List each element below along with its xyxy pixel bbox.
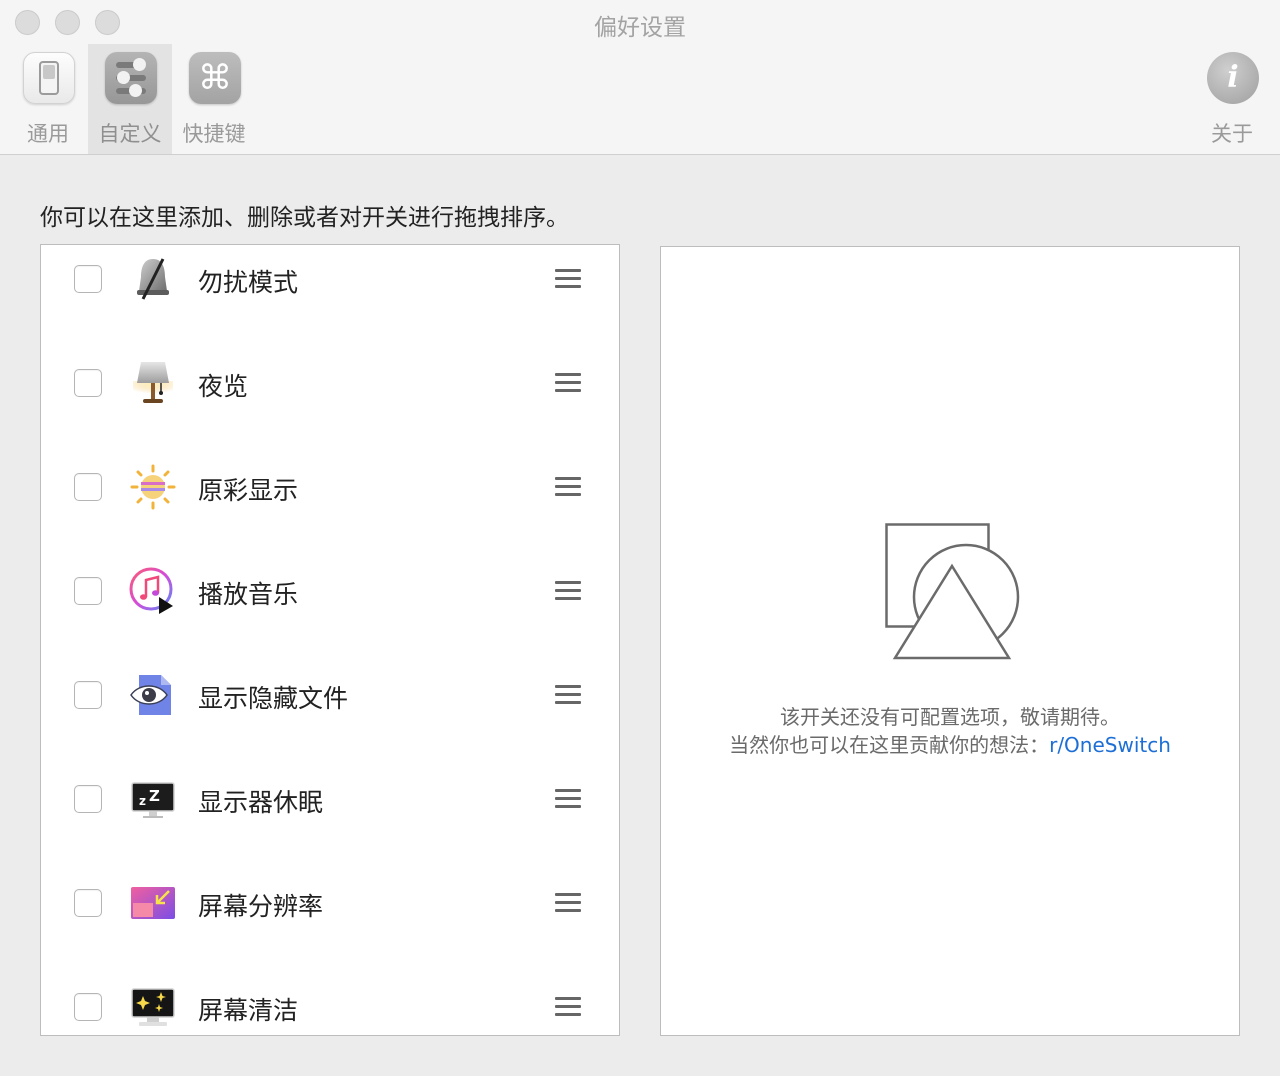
night-shift-lamp-icon <box>133 362 173 403</box>
svg-text:Z: Z <box>149 787 160 805</box>
tab-shortcuts[interactable]: ⌘ 快捷键 <box>172 44 256 154</box>
contribute-prefix: 当然你也可以在这里贡献你的想法： <box>729 733 1050 757</box>
svg-text:z: z <box>139 794 146 808</box>
tab-general-label: 通用 <box>27 122 69 146</box>
tab-about[interactable]: i 关于 <box>1190 44 1274 154</box>
screen-cleaning-icon <box>131 988 175 1026</box>
preferences-window: 偏好设置 通用 自定义 ⌘ 快捷键 i 关于 你可以在这里添加、删除或者对开关进… <box>0 0 1280 1076</box>
enable-checkbox[interactable] <box>74 993 102 1021</box>
drag-handle-icon[interactable] <box>555 997 581 1017</box>
drag-handle-icon[interactable] <box>555 269 581 289</box>
enable-checkbox[interactable] <box>74 265 102 293</box>
list-item[interactable]: 显示隐藏文件 <box>41 661 619 765</box>
list-item[interactable]: 原彩显示 <box>41 453 619 557</box>
music-play-icon <box>129 567 173 614</box>
no-options-message: 该开关还没有可配置选项，敬请期待。 <box>780 705 1120 729</box>
do-not-disturb-bell-icon <box>137 258 169 300</box>
oneswitch-link[interactable]: r/OneSwitch <box>1049 733 1171 757</box>
switch-detail-panel: 该开关还没有可配置选项，敬请期待。 当然你也可以在这里贡献你的想法：r/OneS… <box>660 246 1240 1036</box>
tab-custom-label: 自定义 <box>98 122 162 146</box>
tab-shortcuts-label: 快捷键 <box>182 122 246 146</box>
info-icon: i <box>1207 52 1259 104</box>
true-tone-sun-icon <box>130 464 176 510</box>
switch-label: 播放音乐 <box>198 580 299 609</box>
switch-label: 屏幕分辨率 <box>198 892 324 921</box>
switch-label: 夜览 <box>198 372 249 401</box>
screen-resolution-icon <box>131 887 175 919</box>
enable-checkbox[interactable] <box>74 369 102 397</box>
switch-label: 屏幕清洁 <box>198 996 299 1025</box>
enable-checkbox[interactable] <box>74 889 102 917</box>
drag-handle-icon[interactable] <box>555 477 581 497</box>
drag-handle-icon[interactable] <box>555 789 581 809</box>
titlebar: 偏好设置 通用 自定义 ⌘ 快捷键 i 关于 <box>0 0 1280 155</box>
enable-checkbox[interactable] <box>74 785 102 813</box>
drag-handle-icon[interactable] <box>555 581 581 601</box>
list-item[interactable]: 夜览 <box>41 349 619 453</box>
sliders-icon <box>105 52 157 104</box>
list-item[interactable]: 播放音乐 <box>41 557 619 661</box>
command-key-icon: ⌘ <box>189 52 241 104</box>
list-item[interactable]: 屏幕分辨率 <box>41 869 619 973</box>
window-title: 偏好设置 <box>594 15 686 41</box>
drag-handle-icon[interactable] <box>555 685 581 705</box>
toggle-switch-icon <box>23 52 75 104</box>
placeholder-shapes-icon <box>885 523 1020 660</box>
tab-custom[interactable]: 自定义 <box>88 44 172 154</box>
list-item[interactable]: 屏幕清洁 <box>41 973 619 1035</box>
instructions-text: 你可以在这里添加、删除或者对开关进行拖拽排序。 <box>40 205 569 231</box>
switch-list[interactable]: 勿扰模式 夜览 原彩显示 播放音乐 显示隐藏文件 z Z 显示器休眠 屏幕分辨率… <box>40 244 620 1036</box>
enable-checkbox[interactable] <box>74 473 102 501</box>
list-item[interactable]: z Z 显示器休眠 <box>41 765 619 869</box>
enable-checkbox[interactable] <box>74 577 102 605</box>
contribute-message: 当然你也可以在这里贡献你的想法：r/OneSwitch <box>661 729 1239 758</box>
switch-label: 显示隐藏文件 <box>198 684 349 713</box>
switch-label: 原彩显示 <box>198 476 299 505</box>
tab-about-label: 关于 <box>1211 122 1253 146</box>
tab-general[interactable]: 通用 <box>6 44 90 154</box>
drag-handle-icon[interactable] <box>555 893 581 913</box>
switch-label: 勿扰模式 <box>198 268 299 297</box>
switch-label: 显示器休眠 <box>198 788 324 817</box>
enable-checkbox[interactable] <box>74 681 102 709</box>
drag-handle-icon[interactable] <box>555 373 581 393</box>
display-sleep-icon: z Z <box>131 782 175 818</box>
list-item[interactable]: 勿扰模式 <box>41 245 619 349</box>
hidden-files-eye-icon <box>130 675 171 715</box>
